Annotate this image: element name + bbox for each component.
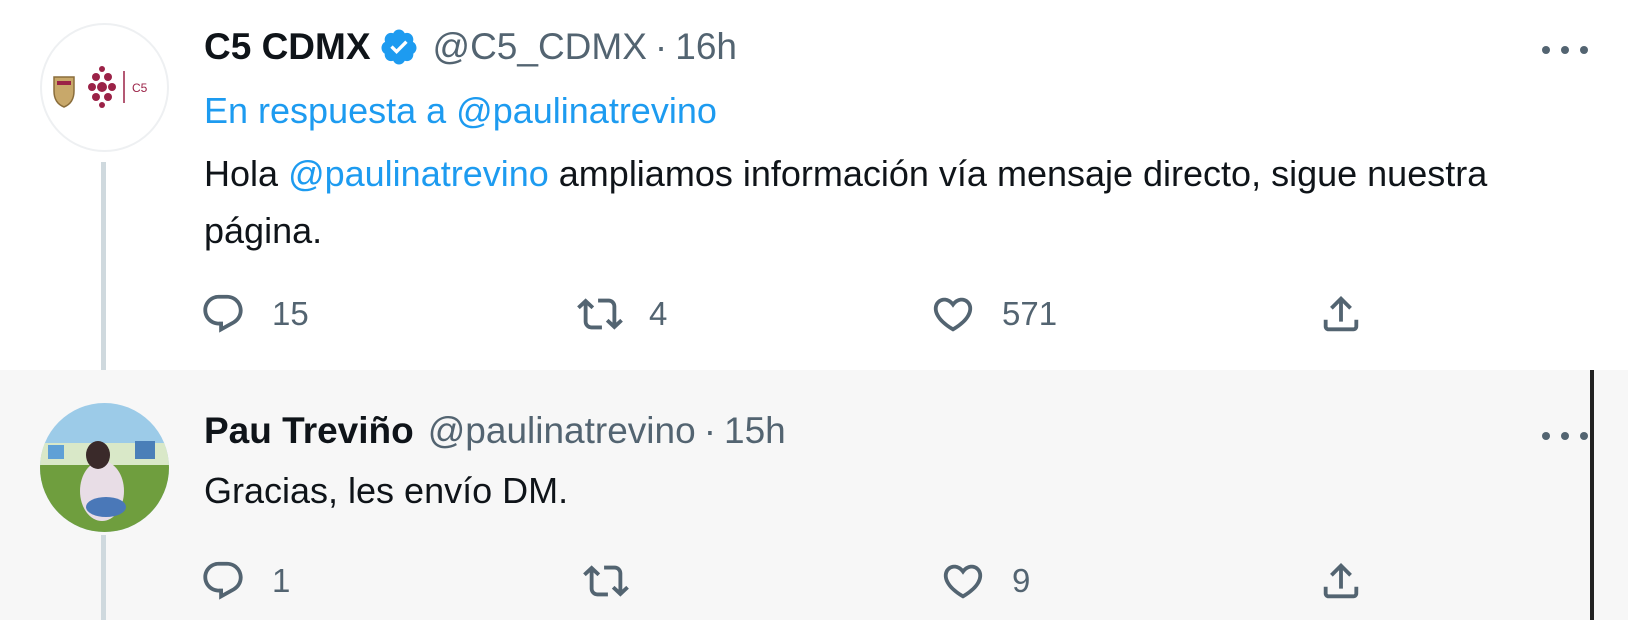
reply-button[interactable]: 15 [200,284,309,344]
display-name[interactable]: Pau Treviño [204,410,414,452]
reply-icon [203,294,243,333]
heart-icon [933,297,973,332]
tweet-actions: 15 4 571 [0,284,1628,344]
retweet-button[interactable]: 4 [577,284,667,344]
reply-count: 1 [272,562,291,599]
tweet-timestamp[interactable]: 15h [724,410,786,452]
tweet-header: C5 CDMX @C5_CDMX · 16h [204,26,737,68]
tweet[interactable]: Pau Treviño @paulinatrevino · 15h Gracia… [0,370,1628,620]
tweet-text: Hola @paulinatrevino ampliamos informaci… [204,145,1534,259]
reply-count: 15 [272,295,309,332]
separator-dot: · [654,26,668,67]
more-icon[interactable] [1542,429,1588,443]
verified-badge-icon [379,27,419,67]
share-icon [1323,295,1359,332]
share-button[interactable] [1318,551,1364,611]
replying-to-mention[interactable]: @paulinatrevino [456,90,717,131]
svg-text:C5: C5 [132,81,148,95]
tweet[interactable]: C5 C5 CDMX @C5_CDMX · 16h En respuesta a… [0,0,1628,370]
tweet-text-start: Hola [204,153,279,194]
c5-logo-icon: C5 [53,66,148,108]
reply-button[interactable]: 1 [200,551,290,611]
reply-icon [203,561,243,600]
retweet-count: 4 [649,295,668,332]
user-handle[interactable]: @paulinatrevino [428,410,696,452]
retweet-icon [577,298,623,330]
like-count: 9 [1012,562,1031,599]
tweet-thread: C5 C5 CDMX @C5_CDMX · 16h En respuesta a… [0,0,1628,620]
display-name[interactable]: C5 CDMX [204,26,371,68]
like-count: 571 [1002,295,1058,332]
avatar[interactable] [40,403,169,532]
like-button[interactable]: 9 [940,551,1030,611]
separator-dot: · [703,410,717,451]
heart-icon [943,564,983,599]
tweet-header: Pau Treviño @paulinatrevino · 15h [204,410,786,452]
user-photo-icon [40,403,169,532]
more-icon[interactable] [1542,43,1588,57]
scrollbar[interactable] [1590,370,1594,620]
tweet-text: Gracias, les envío DM. [204,470,569,511]
user-handle[interactable]: @C5_CDMX [433,26,647,68]
tweet-actions: 1 9 [0,551,1628,611]
retweet-icon [583,565,629,597]
retweet-button[interactable] [583,551,629,611]
tweet-timestamp[interactable]: 16h [675,26,737,68]
replying-to: En respuesta a @paulinatrevino [204,90,717,132]
mention-link[interactable]: @paulinatrevino [288,153,549,194]
avatar[interactable]: C5 [40,23,169,152]
share-button[interactable] [1318,284,1364,344]
share-icon [1323,562,1359,599]
replying-to-label: En respuesta a [204,90,447,131]
like-button[interactable]: 571 [930,284,1057,344]
